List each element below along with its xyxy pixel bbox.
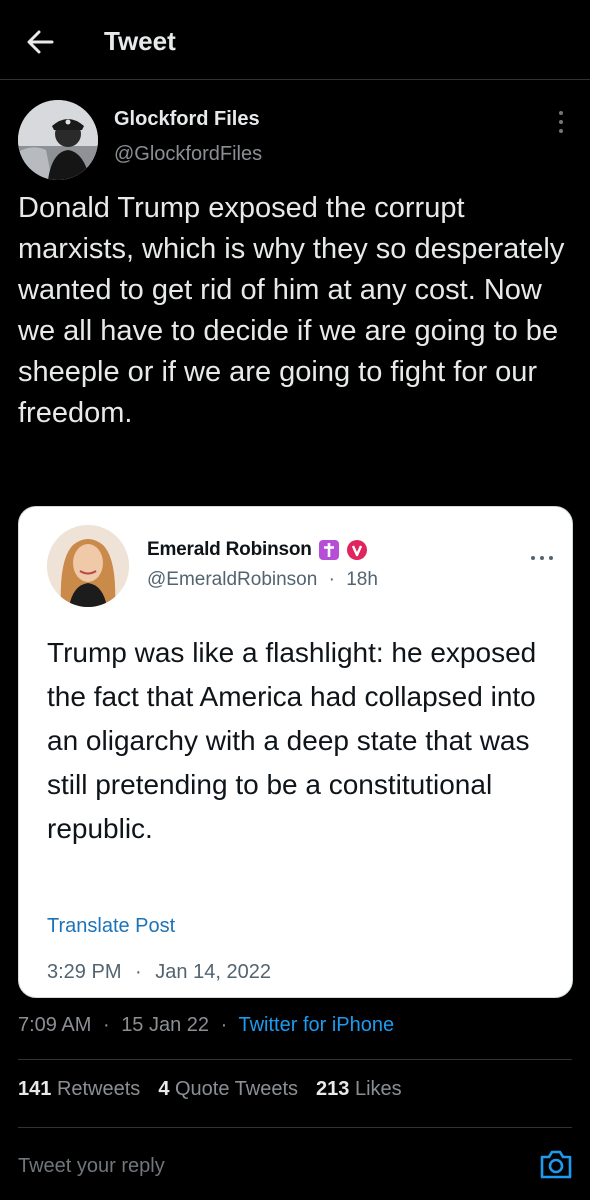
tweet-timestamp: 7:09 AM · 15 Jan 22 · Twitter for iPhone: [18, 1014, 394, 1037]
author-handle[interactable]: @GlockfordFiles: [114, 143, 262, 166]
likes-stat[interactable]: 213 Likes: [316, 1078, 402, 1101]
page-title: Tweet: [104, 26, 176, 56]
quoted-date: Jan 14, 2022: [155, 961, 271, 983]
meta-separator: ·: [102, 1014, 110, 1036]
tweet-source-link[interactable]: Twitter for iPhone: [238, 1014, 394, 1036]
cross-emoji-icon: [318, 540, 339, 560]
verified-icon: [346, 540, 367, 560]
more-vertical-icon: [559, 111, 563, 133]
quoted-tweet-text: Trump was like a flashlight: he exposed …: [47, 637, 537, 844]
retweets-label: Retweets: [56, 1078, 141, 1100]
quote-tweets-stat[interactable]: 4 Quote Tweets: [158, 1078, 298, 1101]
quote-tweets-label: Quote Tweets: [175, 1078, 299, 1100]
quoted-author-name[interactable]: Emerald Robinson: [147, 539, 312, 561]
back-button[interactable]: [22, 24, 58, 60]
quoted-more-button[interactable]: [529, 551, 555, 563]
quoted-author-avatar[interactable]: [47, 525, 129, 607]
quoted-tweet-age[interactable]: 18h: [346, 569, 378, 590]
author-avatar[interactable]: [18, 100, 98, 180]
reply-input[interactable]: [18, 1150, 518, 1182]
quoted-time: 3:29 PM: [47, 961, 122, 983]
quoted-author-meta: @EmeraldRobinson · 18h: [147, 569, 378, 591]
quoted-tweet-card[interactable]: Emerald Robinson @EmeraldRobinson · 18h …: [18, 506, 573, 998]
quoted-author-name-row: Emerald Robinson: [147, 539, 368, 561]
tweet-stats: 141 Retweets 4 Quote Tweets 213 Likes: [18, 1078, 402, 1101]
meta-separator: ·: [220, 1014, 228, 1036]
author-name[interactable]: Glockford Files: [114, 108, 260, 131]
retweets-count: 141: [18, 1078, 52, 1100]
quoted-tweet-timestamp[interactable]: 3:29 PM · Jan 14, 2022: [47, 961, 271, 984]
more-options-button[interactable]: [550, 108, 572, 136]
likes-count: 213: [316, 1078, 350, 1100]
camera-icon: [540, 1150, 572, 1179]
quoted-author-handle[interactable]: @EmeraldRobinson: [147, 569, 317, 590]
divider: [18, 1127, 572, 1128]
top-bar: Tweet: [0, 0, 590, 80]
tweet-time[interactable]: 7:09 AM: [18, 1014, 91, 1036]
likes-label: Likes: [354, 1078, 402, 1100]
arrow-left-icon: [27, 30, 54, 54]
quote-tweets-count: 4: [158, 1078, 170, 1100]
meta-separator: ·: [328, 569, 335, 590]
more-horizontal-icon: [531, 556, 553, 560]
tweet-text: Donald Trump exposed the corrupt marxist…: [18, 192, 565, 429]
tweet-date[interactable]: 15 Jan 22: [121, 1014, 209, 1036]
divider: [18, 1059, 572, 1060]
meta-separator: ·: [135, 961, 142, 983]
retweets-stat[interactable]: 141 Retweets: [18, 1078, 140, 1101]
translate-post-link[interactable]: Translate Post: [47, 915, 175, 938]
camera-button[interactable]: [538, 1146, 574, 1182]
